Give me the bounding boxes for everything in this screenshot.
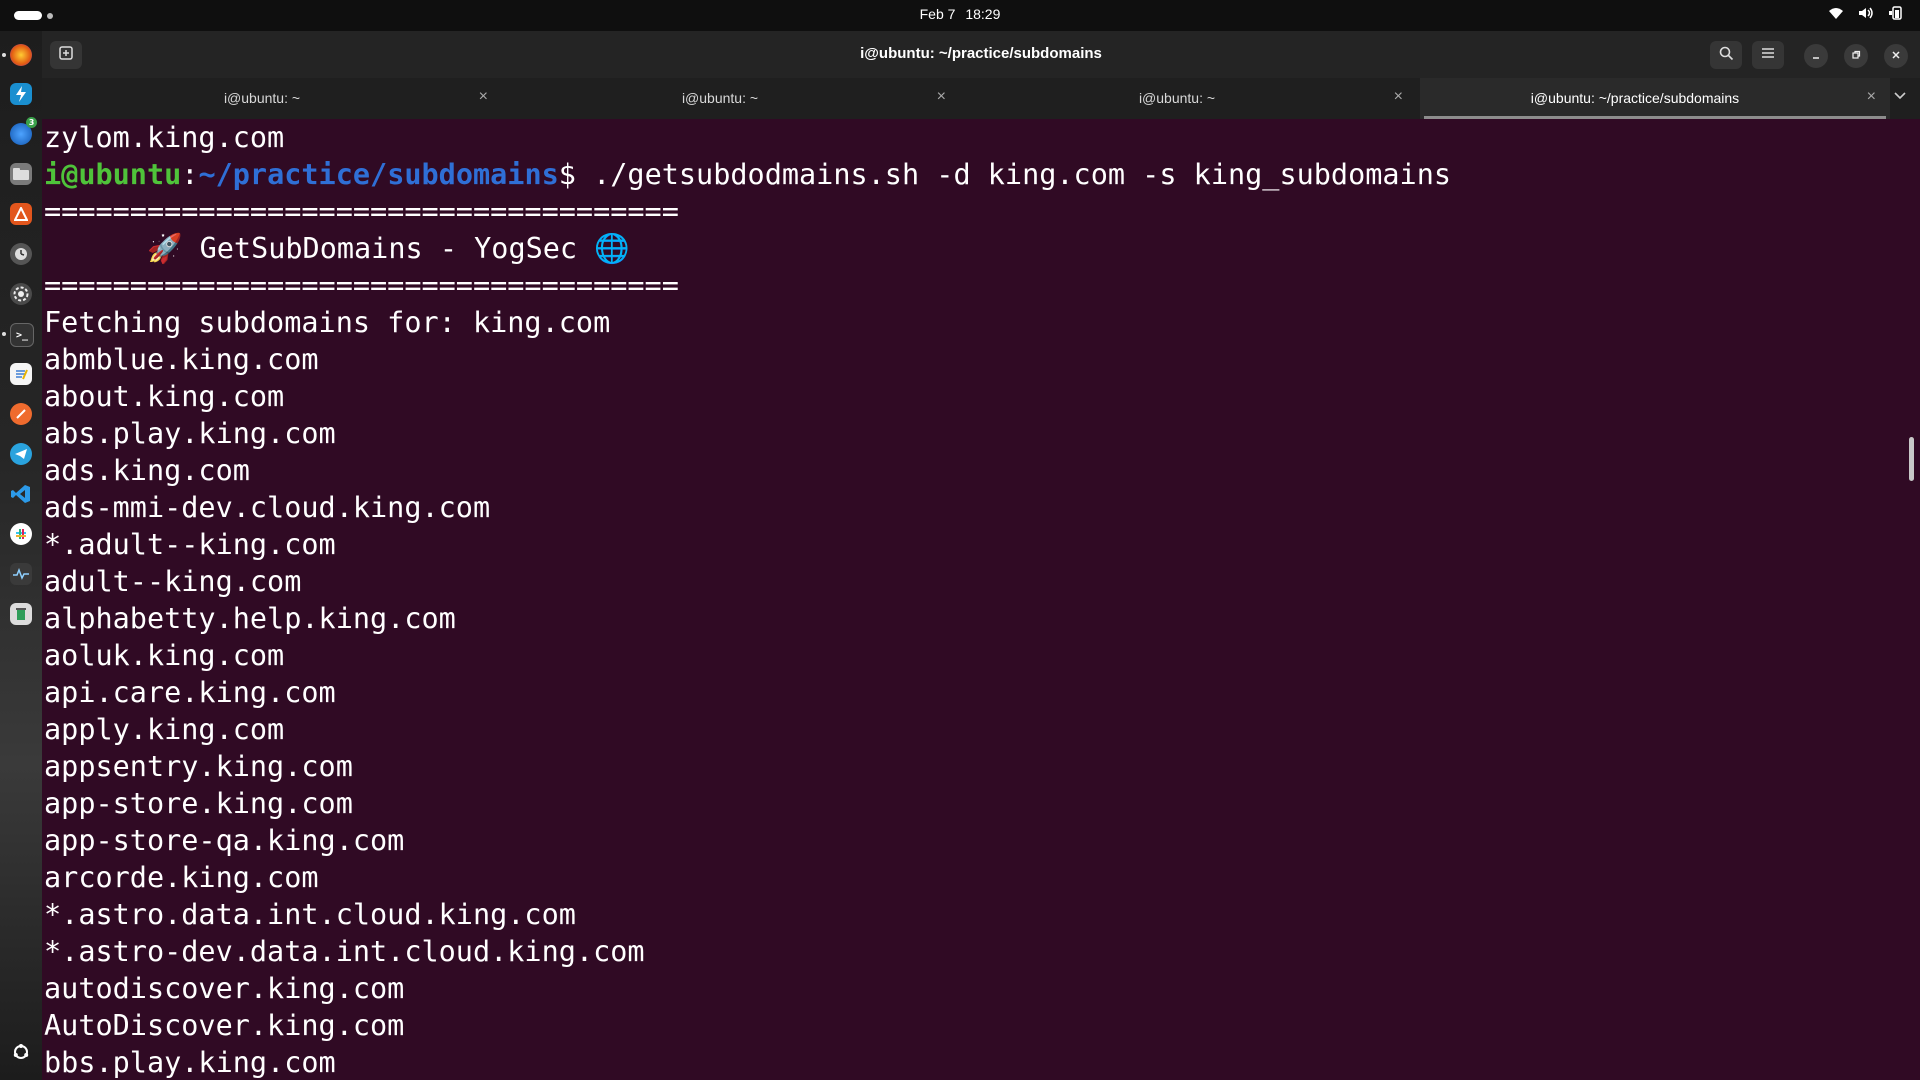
minimize-button[interactable] (1804, 44, 1828, 68)
tab-bar: i@ubuntu: ~ × i@ubuntu: ~ × i@ubuntu: ~ … (42, 78, 1920, 119)
system-tray[interactable] (1828, 6, 1904, 24)
subdomain-line: app-store.king.com (44, 787, 353, 820)
subdomain-list: abmblue.king.com about.king.com abs.play.k… (44, 341, 1451, 1080)
dock: 3 >_ (0, 31, 42, 1080)
minimize-icon (1811, 50, 1821, 63)
battery-icon (1888, 6, 1904, 24)
vpn-icon[interactable] (10, 83, 32, 105)
tab-label: i@ubuntu: ~ (223, 90, 301, 106)
firefox-icon[interactable] (10, 44, 32, 66)
clock[interactable]: Feb 7 18:29 (0, 6, 1920, 22)
close-button[interactable] (1884, 44, 1908, 68)
tab-subdomains[interactable]: i@ubuntu: ~/practice/subdomains × (1420, 78, 1890, 119)
vscode-icon[interactable] (10, 483, 32, 505)
tab-home-2[interactable]: i@ubuntu: ~ × (520, 78, 960, 119)
subdomain-line: about.king.com (44, 380, 285, 413)
banner-title: 🚀 GetSubDomains - YogSec 🌐 (44, 232, 630, 265)
prompt-path: ~/practice/subdomains (198, 158, 559, 191)
tab-label: i@ubuntu: ~ (1138, 90, 1216, 106)
subdomain-line: api.care.king.com (44, 676, 336, 709)
text-editor-icon[interactable] (10, 363, 32, 385)
window-title: i@ubuntu: ~/practice/subdomains (860, 45, 1102, 62)
subdomain-line: ads.king.com (44, 454, 250, 487)
slack-icon[interactable] (10, 523, 32, 545)
tab-close-icon[interactable]: × (1867, 88, 1876, 106)
clock-date: Feb 7 (919, 6, 956, 22)
output-line: zylom.king.com (44, 121, 285, 154)
system-monitor-icon[interactable] (10, 563, 32, 585)
search-icon (1719, 46, 1734, 65)
settings-gear-icon[interactable] (10, 283, 32, 305)
subdomain-line: AutoDiscover.king.com (44, 1009, 405, 1042)
thunderbird-icon[interactable]: 3 (10, 117, 37, 145)
tab-list-chevron-down-icon[interactable] (1894, 88, 1906, 104)
volume-icon (1858, 6, 1874, 24)
terminal-title-bar: i@ubuntu: ~/practice/subdomains (42, 31, 1920, 78)
subdomain-line: appsentry.king.com (44, 750, 353, 783)
files-icon[interactable] (10, 163, 32, 185)
prompt-line: i@ubuntu:~/practice/subdomains$ ./getsub… (44, 156, 1451, 193)
trash-icon[interactable] (10, 603, 32, 625)
menu-button[interactable] (1752, 41, 1784, 69)
subdomain-line: adult--king.com (44, 565, 302, 598)
terminal-icon[interactable]: >_ (10, 323, 34, 347)
hamburger-menu-icon (1761, 47, 1775, 63)
telegram-icon[interactable] (10, 443, 32, 465)
subdomain-line: aoluk.king.com (44, 639, 285, 672)
restore-icon (1851, 50, 1861, 63)
subdomain-line: app-store-qa.king.com (44, 824, 405, 857)
system-top-bar: Feb 7 18:29 (0, 0, 1920, 31)
subdomain-line: bbs.play.king.com (44, 1046, 336, 1079)
fetching-line: Fetching subdomains for: king.com (44, 306, 611, 339)
subdomain-line: *.astro.data.int.cloud.king.com (44, 898, 576, 931)
subdomain-line: *.astro-dev.data.int.cloud.king.com (44, 935, 645, 968)
clock-app-icon[interactable] (10, 243, 32, 265)
running-indicator (2, 53, 6, 57)
command-text: ./getsubdodmains.sh -d king.com -s king_… (575, 158, 1452, 191)
scrollbar-thumb[interactable] (1909, 437, 1914, 481)
app-center-icon[interactable] (10, 203, 32, 225)
subdomain-line: abmblue.king.com (44, 343, 319, 376)
tab-home-1[interactable]: i@ubuntu: ~ × (62, 78, 502, 119)
banner-rule: ===================================== (44, 195, 679, 228)
tab-close-icon[interactable]: × (1394, 88, 1403, 106)
subdomain-line: *.adult--king.com (44, 528, 336, 561)
banner-rule: ===================================== (44, 269, 679, 302)
subdomain-line: alphabetty.help.king.com (44, 602, 456, 635)
tab-home-3[interactable]: i@ubuntu: ~ × (977, 78, 1417, 119)
tab-close-icon[interactable]: × (479, 88, 488, 106)
subdomain-line: arcorde.king.com (44, 861, 319, 894)
tab-label: i@ubuntu: ~ (681, 90, 759, 106)
prompt-symbol: $ (558, 158, 576, 191)
postman-icon[interactable] (10, 403, 32, 425)
close-icon (1891, 50, 1901, 63)
restore-button[interactable] (1844, 44, 1868, 68)
subdomain-line: abs.play.king.com (44, 417, 336, 450)
show-apps-icon[interactable] (10, 1041, 32, 1063)
subdomain-line: apply.king.com (44, 713, 285, 746)
wifi-icon (1828, 6, 1844, 24)
subdomain-line: ads-mmi-dev.cloud.king.com (44, 491, 491, 524)
tab-close-icon[interactable]: × (937, 88, 946, 106)
prompt-user: i@ubuntu (44, 158, 182, 191)
subdomain-line: autodiscover.king.com (44, 972, 405, 1005)
prompt-separator: : (181, 158, 199, 191)
terminal-output[interactable]: zylom.king.com i@ubuntu:~/practice/subdo… (42, 119, 1920, 1080)
clock-time: 18:29 (965, 6, 1001, 22)
search-button[interactable] (1710, 41, 1742, 69)
running-indicator (2, 332, 6, 336)
notification-badge: 3 (26, 117, 37, 128)
tab-label: i@ubuntu: ~/practice/subdomains (1530, 90, 1740, 106)
